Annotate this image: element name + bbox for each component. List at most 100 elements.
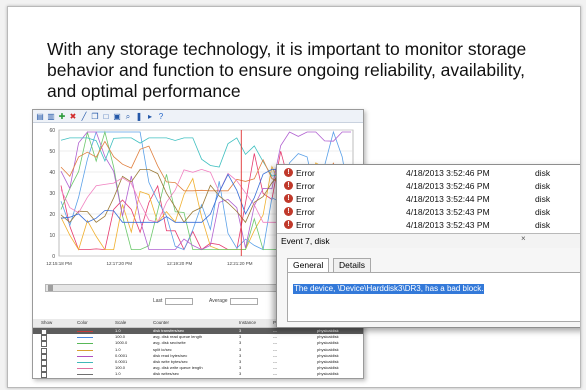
counter-row[interactable]: 1.0 split io/sec 3 --- physicaldisk (33, 346, 363, 354)
delete-counter-icon[interactable]: ✖ (69, 111, 77, 122)
counter-parent: --- (273, 334, 277, 340)
error-icon: ! (284, 220, 293, 229)
counter-counter: disk transfers/sec (153, 328, 185, 333)
tab-details[interactable]: Details (333, 258, 371, 273)
event-level: Error (296, 168, 315, 178)
scrollbar-thumb[interactable] (48, 285, 53, 291)
counter-scale: 1.0 (115, 328, 121, 333)
perfmon-toolbar: ▤ ▥ ✚ ✖ ╱ ❐ □ ▣ ⌕ ❚ ▸? (33, 110, 363, 123)
counter-row[interactable]: 1.0 disk writes/sec 3 --- physicaldisk (33, 371, 363, 379)
x-tick-label: 12:21:20 PM (227, 261, 253, 266)
event-level: Error (296, 194, 315, 204)
col-instance[interactable]: Instance (239, 320, 256, 325)
counter-color-swatch (77, 355, 93, 357)
event-row[interactable]: ! Error 4/18/2013 3:52:43 PM disk (277, 219, 580, 229)
add-counter-icon[interactable]: ✚ (58, 111, 66, 122)
counter-color-swatch (77, 349, 93, 351)
x-tick-label: 12:15:18 PM (46, 261, 72, 266)
event-viewer-window: ! Error 4/18/2013 3:52:46 PM disk! Error 4/18… (276, 164, 580, 328)
counter-counter: disk write bytes/sec (153, 359, 188, 364)
counter-instance: 3 (239, 328, 242, 333)
event-row[interactable]: ! Error 4/18/2013 3:52:44 PM disk (277, 193, 580, 205)
help-icon[interactable]: ? (157, 111, 165, 122)
event-date: 4/18/2013 3:52:44 PM (406, 194, 490, 204)
event-date: 4/18/2013 3:52:46 PM (406, 168, 490, 178)
event-date: 4/18/2013 3:52:46 PM (406, 181, 490, 191)
event-level: Error (296, 181, 315, 191)
event-list: ! Error 4/18/2013 3:52:46 PM disk! Error 4/18… (277, 165, 580, 229)
counter-color-swatch (77, 362, 93, 363)
counter-counter: avg. disk sec/write (153, 340, 186, 346)
y-tick-label: 60 (49, 128, 55, 134)
counter-parent: --- (273, 340, 277, 346)
error-icon: ! (284, 194, 293, 203)
slide: With any storage technology, it is impor… (7, 6, 581, 388)
event-message-pane: The device, \Device\Harddisk3\DR3, has a… (287, 272, 580, 322)
col-color[interactable]: Color (77, 320, 88, 325)
counter-counter: disk read bytes/sec (153, 352, 188, 358)
average-label: Average (209, 298, 228, 304)
update-icon[interactable]: ▸ (146, 111, 154, 122)
counter-counter: disk writes/sec (153, 371, 180, 377)
y-tick-label: 40 (49, 170, 55, 176)
counter-color-swatch (77, 374, 93, 376)
counter-parent: --- (273, 365, 277, 371)
event-row[interactable]: ! Error 4/18/2013 3:52:46 PM disk (277, 167, 580, 179)
counter-instance: 3 (239, 340, 242, 346)
error-icon: ! (284, 207, 293, 216)
counter-instance: 3 (239, 359, 242, 364)
properties-icon[interactable]: ▣ (113, 111, 121, 122)
counter-object: physicaldisk (317, 334, 339, 340)
view-graph-icon[interactable]: ▤ (36, 111, 44, 122)
counter-row[interactable]: 100.0 avg. disk write queue length 3 --- phy… (33, 365, 363, 373)
counter-parent: --- (273, 359, 277, 364)
counter-object: physicaldisk (317, 365, 339, 371)
event-row[interactable]: ! Error 4/18/2013 3:52:46 PM disk (277, 180, 580, 192)
counter-scale: 100.0 (115, 365, 126, 371)
close-icon[interactable]: × (521, 234, 526, 243)
event-source: disk (535, 168, 551, 178)
counter-row[interactable]: 0.0001 disk write bytes/sec 3 --- physicaldi… (33, 359, 363, 366)
x-tick-label: 12:17:20 PM (107, 261, 133, 266)
change-graph-icon[interactable]: ▥ (47, 111, 55, 122)
counter-color-swatch (77, 337, 93, 339)
counter-row[interactable]: 1.0 disk transfers/sec 3 --- physicaldisk (33, 328, 363, 335)
paste-icon[interactable]: □ (102, 111, 110, 122)
counter-instance: 3 (239, 352, 242, 358)
counter-object: physicaldisk (317, 371, 339, 377)
counter-row[interactable]: 0.0001 disk read bytes/sec 3 --- physicaldis… (33, 352, 363, 360)
col-scale[interactable]: Scale (115, 320, 126, 325)
event-detail-body: General Details The device, \Device\Hard… (277, 248, 580, 327)
event-detail-title: Event 7, disk (281, 236, 330, 246)
event-source: disk (535, 220, 551, 229)
event-date: 4/18/2013 3:52:43 PM (406, 220, 490, 229)
counter-row[interactable]: 100.0 avg. disk read queue length 3 --- phys… (33, 334, 363, 342)
col-counter[interactable]: Counter (153, 320, 169, 325)
copy-icon[interactable]: ❐ (91, 111, 99, 122)
counter-scale: 1.0 (115, 371, 121, 377)
counter-instance: 3 (239, 371, 242, 377)
zoom-icon[interactable]: ⌕ (124, 111, 132, 122)
x-tick-label: 12:19:20 PM (167, 261, 193, 266)
highlight-icon[interactable]: ╱ (80, 111, 88, 122)
slide-heading: With any storage technology, it is impor… (47, 39, 527, 101)
counter-instance: 3 (239, 365, 242, 371)
event-detail-title-bar: Event 7, disk × (277, 233, 580, 249)
y-tick-label: 10 (49, 233, 55, 239)
col-show[interactable]: Show (41, 320, 52, 325)
counter-counter: avg. disk read queue length (153, 334, 203, 340)
counter-parent: --- (273, 346, 277, 352)
freeze-icon[interactable]: ❚ (135, 111, 143, 122)
counter-object: physicaldisk (317, 328, 339, 333)
event-source: disk (535, 207, 551, 217)
y-tick-label: 50 (49, 149, 55, 155)
event-message[interactable]: The device, \Device\Harddisk3\DR3, has a… (293, 284, 485, 294)
counter-counter: avg. disk write queue length (153, 365, 203, 371)
show-checkbox[interactable] (41, 372, 47, 379)
counter-object: physicaldisk (317, 359, 339, 364)
event-row[interactable]: ! Error 4/18/2013 3:52:43 PM disk (277, 206, 580, 218)
counter-parent: --- (273, 328, 277, 333)
counter-row[interactable]: 1000.0 avg. disk sec/write 3 --- physicaldis… (33, 340, 363, 348)
y-tick-label: 30 (49, 191, 55, 197)
counter-scale: 1000.0 (115, 340, 128, 346)
